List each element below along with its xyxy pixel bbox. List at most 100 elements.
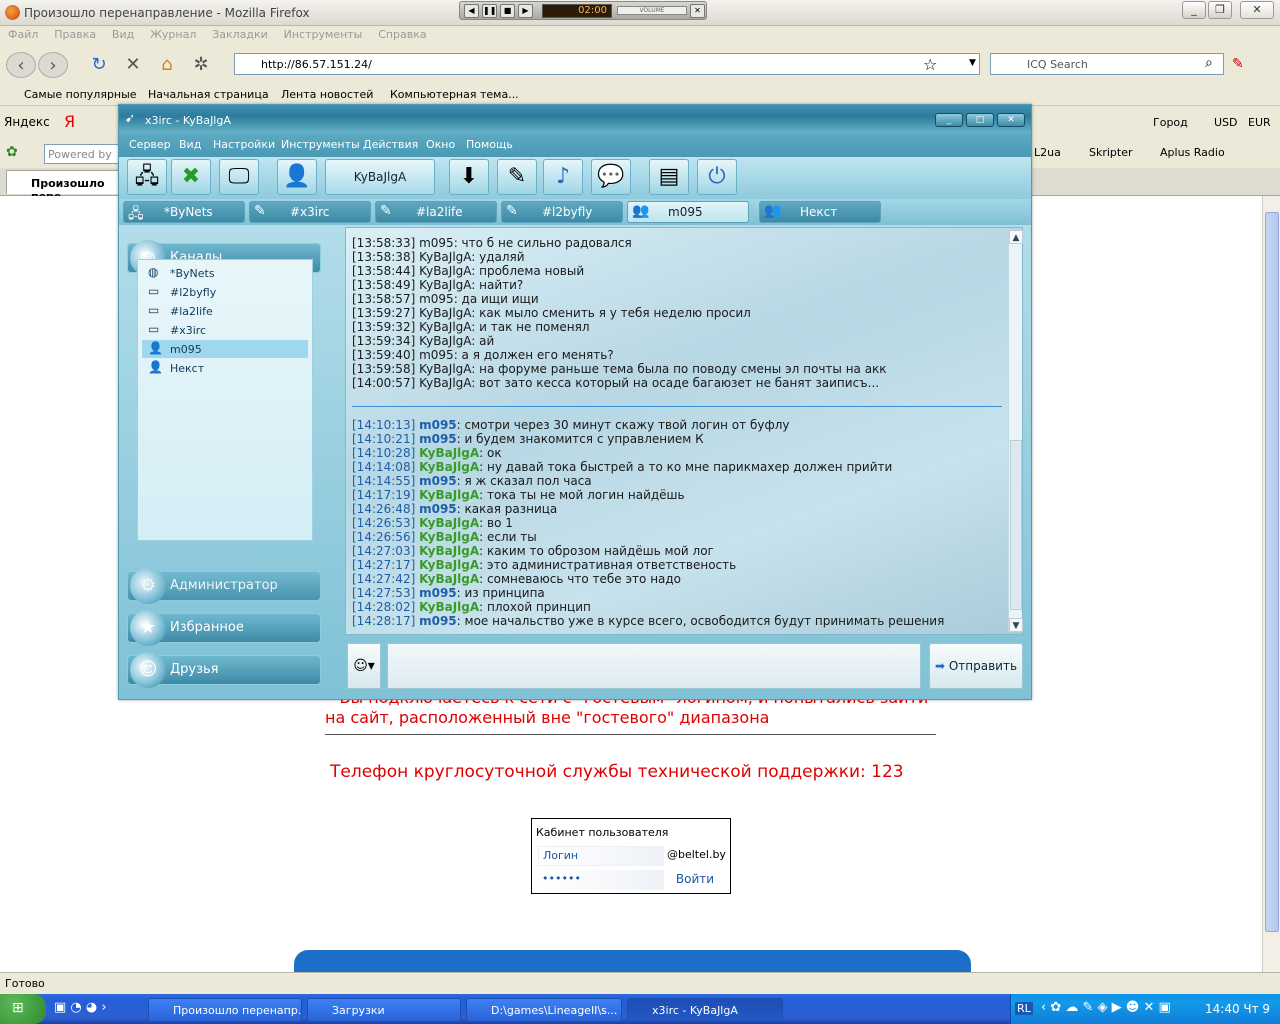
menu-file[interactable]: Файл <box>4 26 42 41</box>
irc-menu-window[interactable]: Окно <box>426 138 455 151</box>
irc-menu-actions[interactable]: Действия <box>363 138 418 151</box>
monitor-icon[interactable]: 🖵 <box>219 159 259 195</box>
channel-item-la2life[interactable]: ▭ #la2life <box>142 302 310 320</box>
url-dropdown-icon[interactable]: ▼ <box>969 58 976 68</box>
message-nick[interactable]: KyBaJlgA <box>419 264 471 278</box>
bookmark-start-page[interactable]: Начальная страница <box>148 88 269 101</box>
message-nick[interactable]: KyBaJlgA <box>419 572 479 586</box>
addon-icon[interactable]: ✲ <box>188 52 214 78</box>
back-icon[interactable]: ‹ <box>6 52 36 78</box>
irc-menu-server[interactable]: Сервер <box>129 138 171 151</box>
user-profile-icon[interactable]: 👤 <box>277 159 317 195</box>
search-bar[interactable]: ICQ Search ⌕ <box>990 53 1224 75</box>
irc-close-button[interactable]: ✕ <box>997 113 1025 127</box>
task-downloads[interactable]: Загрузки <box>307 998 461 1022</box>
channel-item-l2byfly[interactable]: ▭ #l2byfly <box>142 283 310 301</box>
admin-panel-header[interactable]: ⚙ Администратор <box>127 568 321 604</box>
pause-icon[interactable]: ❚❚ <box>482 4 497 18</box>
prev-icon[interactable]: ◀ <box>464 4 479 18</box>
menu-edit[interactable]: Правка <box>50 26 100 41</box>
bookmark-star-icon[interactable]: ☆ <box>923 55 937 74</box>
message-nick[interactable]: KyBaJlgA <box>419 516 479 530</box>
yandex-label[interactable]: Яндекс <box>4 115 50 129</box>
channel-item-m095[interactable]: 👤 m095 <box>142 340 308 358</box>
message-nick[interactable]: KyBaJlgA <box>419 250 471 264</box>
chat-scrollbar[interactable]: ▲ ▼ <box>1008 230 1023 632</box>
forward-icon[interactable]: › <box>38 52 68 78</box>
language-indicator[interactable]: RL <box>1015 1002 1033 1015</box>
irc-tab-next[interactable]: 👥 Некст <box>759 201 881 223</box>
start-button[interactable]: ⊞ <box>0 994 46 1024</box>
chat-scroll-thumb[interactable] <box>1010 440 1022 610</box>
media-player-widget[interactable]: ◀ ❚❚ ■ ▶ 02:00 VOLUME ✕ <box>459 1 707 20</box>
player-close-icon[interactable]: ✕ <box>690 4 705 18</box>
message-nick[interactable]: KyBaJlgA <box>419 376 471 390</box>
city-widget[interactable]: Город <box>1153 116 1188 129</box>
toolbar-link-aplus-radio[interactable]: Aplus Radio <box>1160 146 1225 159</box>
message-nick[interactable]: m095 <box>419 432 457 446</box>
irc-menu-settings[interactable]: Настройки <box>213 138 275 151</box>
irc-tab-l2byfly[interactable]: ✎ #l2byfly <box>501 201 623 223</box>
bookmark-news-feed[interactable]: Лента новостей <box>281 88 373 101</box>
channel-item-next[interactable]: 👤 Некст <box>142 359 310 377</box>
send-button[interactable]: ➡ Отправить <box>929 643 1023 689</box>
message-nick[interactable]: KyBaJlgA <box>419 334 471 348</box>
quicklaunch-icons[interactable]: ▣ ◔ ◕ › <box>54 1000 107 1015</box>
menu-tools[interactable]: Инструменты <box>280 26 367 41</box>
usd-widget[interactable]: USD <box>1214 116 1238 129</box>
music-icon[interactable]: ♪ <box>543 159 583 195</box>
channel-item-x3irc[interactable]: ▭ #x3irc <box>142 321 310 339</box>
message-nick[interactable]: m095 <box>419 348 454 362</box>
search-icon[interactable]: ⌕ <box>1205 55 1213 71</box>
toolbar-link-skripter[interactable]: Skripter <box>1089 146 1133 159</box>
message-nick[interactable]: m095 <box>419 614 457 628</box>
powered-by-search[interactable]: Powered by <box>44 144 124 164</box>
irc-tab-x3irc[interactable]: ✎ #x3irc <box>249 201 371 223</box>
clover-icon[interactable]: ✿ <box>6 144 18 160</box>
smiley-icon[interactable]: ☺▾ <box>347 643 381 689</box>
irc-menu-help[interactable]: Помощь <box>466 138 513 151</box>
task-lineage-folder[interactable]: D:\games\LineageII\s... <box>466 998 622 1022</box>
password-input[interactable]: •••••• <box>538 870 664 890</box>
irc-tab-bynets[interactable]: 🖧 *ByNets <box>123 201 245 223</box>
home-icon[interactable]: ⌂ <box>154 52 180 78</box>
yandex-logo-letter[interactable]: Я <box>64 112 75 131</box>
message-nick[interactable]: m095 <box>419 236 454 250</box>
scrollbar-thumb[interactable] <box>1265 212 1279 932</box>
menu-view[interactable]: Вид <box>108 26 138 41</box>
message-nick[interactable]: KyBaJlgA <box>419 320 471 334</box>
stop-load-icon[interactable]: ✕ <box>120 52 146 78</box>
message-nick[interactable]: KyBaJlgA <box>419 488 479 502</box>
channel-item-bynets[interactable]: ◍ *ByNets <box>142 264 310 282</box>
menu-help[interactable]: Справка <box>374 26 430 41</box>
task-x3irc[interactable]: x3irc - KyBaJlgA <box>627 998 783 1022</box>
message-nick[interactable]: KyBaJlgA <box>419 600 479 614</box>
message-nick[interactable]: KyBaJlgA <box>419 460 479 474</box>
power-icon[interactable]: ⏻ <box>697 159 737 195</box>
eur-widget[interactable]: EUR <box>1248 116 1271 129</box>
chat-bubble-icon[interactable]: 💬 <box>591 159 631 195</box>
volume-slider[interactable]: VOLUME <box>617 6 687 15</box>
message-nick[interactable]: m095 <box>419 292 454 306</box>
browser-tab-active[interactable]: Произошло пере <box>6 170 128 203</box>
irc-menu-tools[interactable]: Инструменты <box>281 138 360 151</box>
x3irc-window[interactable]: ➹ x3irc - KyBaJlgA _ □ ✕ Сервер Вид Наст… <box>118 104 1032 700</box>
message-nick[interactable]: KyBaJlgA <box>419 530 479 544</box>
reload-icon[interactable]: ↻ <box>86 52 112 78</box>
minimize-button[interactable]: _ <box>1182 1 1206 19</box>
maximize-button[interactable]: ❐ <box>1208 1 1232 19</box>
addon-red-icon[interactable]: ✎ <box>1232 56 1244 72</box>
bookmark-most-visited[interactable]: Самые популярные <box>24 88 137 101</box>
settings-icon[interactable]: ✖ <box>171 159 211 195</box>
nick-button[interactable]: KyBaJlgA <box>325 159 435 195</box>
next-icon[interactable]: ▶ <box>518 4 533 18</box>
scroll-up-icon[interactable]: ▲ <box>1009 230 1023 244</box>
stop-icon[interactable]: ■ <box>500 4 515 18</box>
window-list-icon[interactable]: ▤ <box>649 159 689 195</box>
download-icon[interactable]: ⬇ <box>449 159 489 195</box>
edit-icon[interactable]: ✎ <box>497 159 537 195</box>
message-input[interactable] <box>387 643 921 689</box>
tray-icons[interactable]: ‹ ✿ ☁ ✎ ◈ ▶ ☻ ✕ ▣ <box>1041 1000 1171 1015</box>
message-nick[interactable]: KyBaJlgA <box>419 306 471 320</box>
message-nick[interactable]: m095 <box>419 586 457 600</box>
